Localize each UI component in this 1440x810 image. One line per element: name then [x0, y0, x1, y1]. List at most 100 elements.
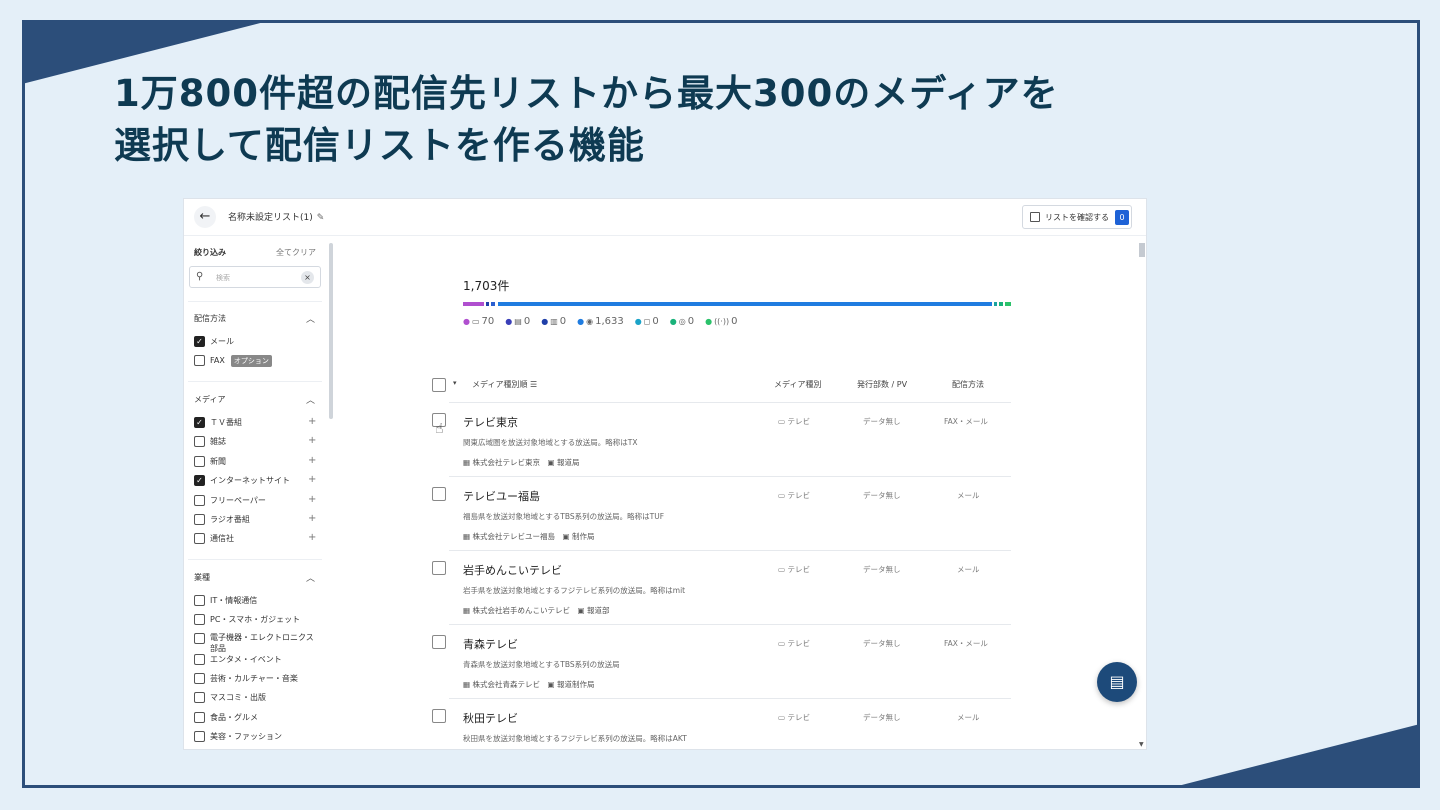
expand-plus-icon[interactable]: +	[308, 494, 316, 505]
freepaper-icon: ◻	[643, 317, 651, 326]
filter-item-internet[interactable]: ✓ インターネットサイト	[194, 474, 290, 487]
checkbox-icon[interactable]	[194, 692, 205, 703]
select-all-checkbox[interactable]	[432, 378, 446, 392]
media-name[interactable]: テレビ東京	[463, 414, 518, 430]
legend-item: ● ▭ 70	[463, 316, 495, 327]
building-icon: ▦	[463, 606, 471, 615]
search-input[interactable]: ⚲ 検索 ×	[189, 266, 321, 288]
magazine-icon: ▤	[514, 317, 522, 326]
filter-item-industry[interactable]: 芸術・カルチャー・音楽	[194, 672, 298, 685]
checkbox-icon[interactable]	[194, 654, 205, 665]
method-cell: メール	[957, 713, 980, 722]
corner-decoration-bottom-right	[1170, 724, 1420, 788]
filter-item-industry[interactable]: IT・情報通信	[194, 594, 257, 607]
expand-plus-icon[interactable]: +	[308, 416, 316, 427]
globe-icon: ◉	[586, 317, 594, 326]
checkbox-icon[interactable]	[194, 731, 205, 742]
divider	[188, 559, 322, 560]
chevron-up-icon[interactable]: ︿	[306, 571, 315, 584]
checkbox-icon[interactable]	[194, 436, 205, 447]
filter-item-radio[interactable]: ラジオ番組	[194, 513, 250, 526]
department-icon: ▣	[577, 606, 585, 615]
filter-item-email[interactable]: ✓ メール	[194, 335, 234, 348]
chevron-up-icon[interactable]: ︿	[306, 393, 315, 406]
filter-item-newspaper[interactable]: 新聞	[194, 455, 226, 468]
checkbox-checked-icon[interactable]: ✓	[194, 475, 205, 486]
confirm-list-button[interactable]: リストを確認する 0	[1022, 205, 1132, 229]
industry-section-title: 業種	[194, 573, 210, 582]
media-name[interactable]: テレビユー福島	[463, 488, 540, 504]
filter-item-tv[interactable]: ✓ ＴＶ番組	[194, 416, 242, 429]
expand-plus-icon[interactable]: +	[308, 532, 316, 543]
checkbox-icon[interactable]	[194, 355, 205, 366]
tv-icon: ▭	[778, 713, 786, 722]
main-scrollbar[interactable]	[1139, 243, 1145, 257]
expand-plus-icon[interactable]: +	[308, 455, 316, 466]
row-checkbox[interactable]	[432, 709, 446, 723]
filter-item-industry[interactable]: PC・スマホ・ガジェット	[194, 613, 300, 626]
media-description: 福島県を放送対象地域とするTBS系列の放送局。略称はTUF	[463, 512, 665, 521]
checkbox-icon[interactable]	[194, 456, 205, 467]
tv-icon: ▭	[778, 565, 786, 574]
checkbox-icon[interactable]	[194, 712, 205, 723]
filter-item-news-agency[interactable]: 通信社	[194, 532, 234, 545]
checkbox-checked-icon[interactable]: ✓	[194, 336, 205, 347]
method-cell: FAX・メール	[944, 639, 988, 648]
media-name[interactable]: 青森テレビ	[463, 636, 518, 652]
filter-item-industry[interactable]: 美容・ファッション	[194, 730, 282, 743]
expand-plus-icon[interactable]: +	[308, 435, 316, 446]
checkbox-icon[interactable]	[194, 614, 205, 625]
clear-search-icon[interactable]: ×	[301, 271, 314, 284]
search-placeholder: 検索	[216, 274, 230, 282]
filter-item-industry[interactable]: マスコミ・出版	[194, 691, 266, 704]
tv-icon: ▭	[778, 491, 786, 500]
filter-item-industry[interactable]: 電子機器・エレクトロニクス部品	[194, 632, 314, 654]
media-name[interactable]: 秋田テレビ	[463, 710, 518, 726]
column-header-media-type: メディア種別	[774, 380, 822, 389]
option-badge: オプション	[230, 354, 272, 367]
dot-icon: ●	[669, 317, 677, 326]
distribution-bar-segment	[1005, 302, 1011, 306]
checkbox-icon[interactable]	[194, 633, 205, 644]
pencil-icon[interactable]: ✎	[317, 213, 325, 223]
department-icon: ▣	[562, 532, 570, 541]
media-company: ▦ 株式会社テレビユー福島 ▣ 制作局	[463, 532, 595, 541]
checkbox-icon[interactable]	[194, 514, 205, 525]
back-arrow-icon[interactable]: ←	[194, 206, 216, 228]
filter-item-industry[interactable]: エンタメ・イベント	[194, 653, 282, 666]
media-description: 青森県を放送対象地域とするTBS系列の放送局	[463, 660, 620, 669]
filter-item-fax[interactable]: FAX オプション	[194, 354, 272, 367]
media-description: 秋田県を放送対象地域とするフジテレビ系列の放送局。略称はAKT	[463, 734, 687, 743]
dot-icon: ●	[505, 317, 513, 326]
distribution-bar-segment	[486, 302, 489, 306]
checkbox-icon[interactable]	[194, 533, 205, 544]
checkbox-checked-icon[interactable]: ✓	[194, 417, 205, 428]
clear-all-link[interactable]: 全てクリア	[276, 247, 316, 258]
checkbox-icon[interactable]	[194, 595, 205, 606]
media-type-cell: ▭ テレビ	[778, 417, 810, 426]
checkbox-icon[interactable]	[194, 495, 205, 506]
row-checkbox[interactable]	[432, 561, 446, 575]
expand-plus-icon[interactable]: +	[308, 513, 316, 524]
expand-plus-icon[interactable]: +	[308, 474, 316, 485]
distribution-bar-segment	[463, 302, 484, 306]
media-type-cell: ▭ テレビ	[778, 491, 810, 500]
sort-dropdown[interactable]: メディア種別順 ☰	[472, 379, 537, 390]
chat-icon[interactable]: ▤	[1097, 662, 1137, 702]
divider	[449, 624, 1011, 625]
list-name-title[interactable]: 名称未設定リスト(1) ✎	[228, 210, 324, 223]
select-menu-chevron-icon[interactable]: ▾	[453, 379, 457, 387]
checkbox-icon[interactable]	[194, 673, 205, 684]
row-checkbox[interactable]	[432, 635, 446, 649]
filter-item-freepaper[interactable]: フリーペーパー	[194, 494, 266, 507]
filter-item-industry[interactable]: 食品・グルメ	[194, 711, 258, 724]
list-icon	[1030, 212, 1040, 222]
media-name[interactable]: 岩手めんこいテレビ	[463, 562, 562, 578]
sidebar-scrollbar[interactable]	[329, 243, 333, 419]
circulation-cell: データ無し	[863, 491, 901, 500]
scroll-down-arrow-icon[interactable]: ▼	[1139, 741, 1144, 748]
row-checkbox[interactable]	[432, 487, 446, 501]
distribution-bar-segment	[498, 302, 992, 306]
chevron-up-icon[interactable]: ︿	[306, 312, 315, 325]
filter-item-magazine[interactable]: 雑誌	[194, 435, 226, 448]
